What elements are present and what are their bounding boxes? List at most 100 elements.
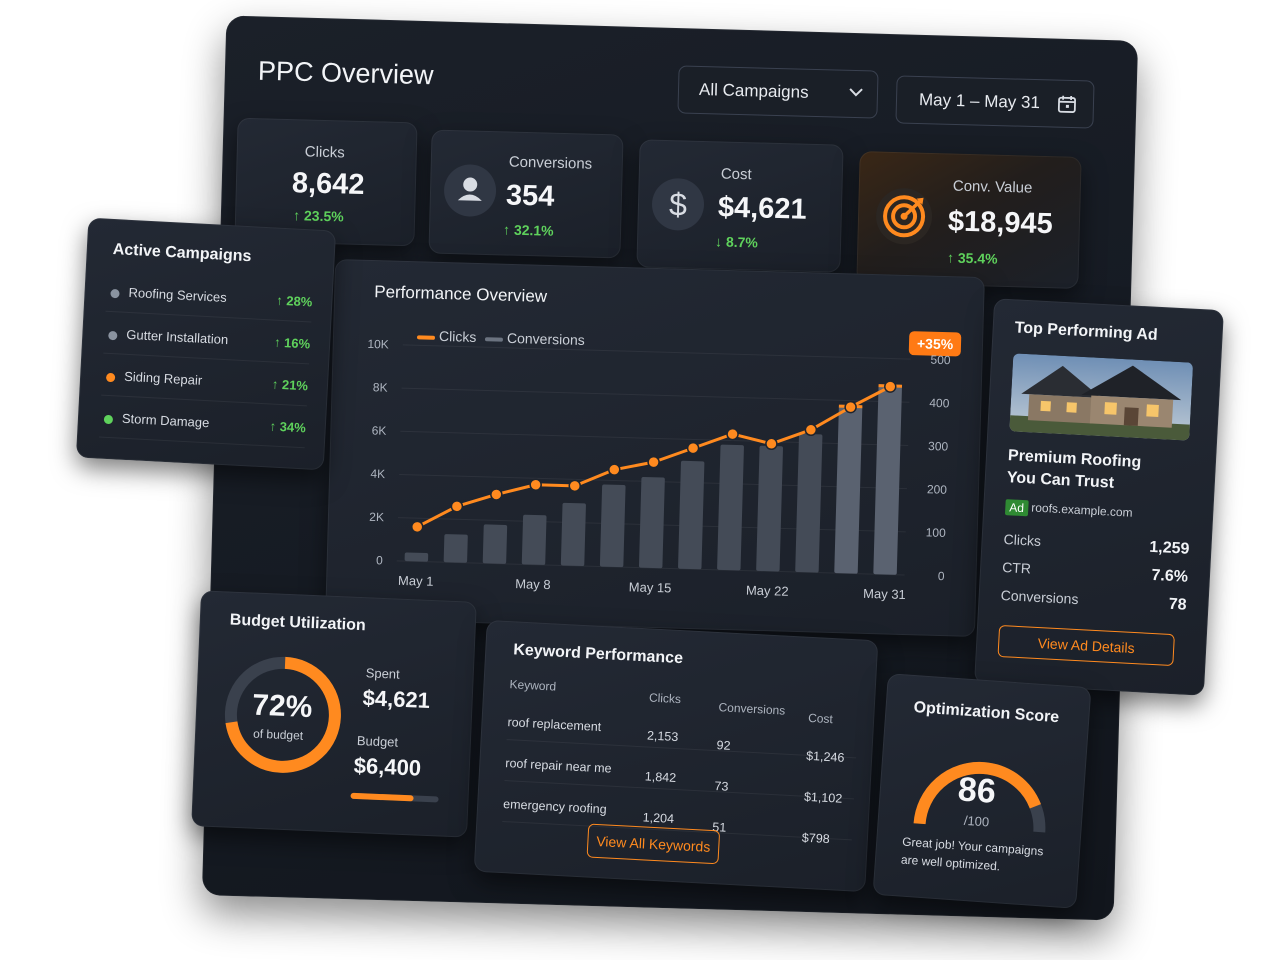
y-left-tick-label: 8K (373, 380, 388, 394)
date-range-picker[interactable]: May 1 – May 31 (895, 75, 1095, 129)
keyword-column-header: Keyword (509, 677, 557, 694)
gridline (402, 344, 911, 360)
budget-caption: of budget (252, 726, 304, 743)
top-ad-card: Top Performing Ad Premium Roofing You Ca… (974, 298, 1224, 696)
kpi-card-conv-value[interactable]: Conv. Value $18,945 ↑ 35.4% (856, 151, 1082, 289)
ad-headline-1: Premium Roofing (1007, 447, 1142, 472)
kpi-delta: ↑ 35.4% (946, 249, 998, 267)
kpi-delta: ↓ 8.7% (714, 233, 759, 251)
gridline (400, 430, 909, 446)
date-range-label: May 1 – May 31 (918, 90, 1041, 113)
campaign-row[interactable]: Gutter Installation ↑ 16% (103, 324, 311, 365)
ad-url: roofs.example.com (1030, 500, 1133, 520)
keyword-column-header: Clicks (648, 690, 682, 707)
page-title: PPC Overview (257, 55, 434, 91)
keyword-cell: $798 (801, 830, 831, 847)
conversions-bar (756, 445, 783, 572)
keyword-cell: 2,153 (646, 728, 679, 745)
dollar-icon: $ (651, 177, 705, 232)
conversions-bar (482, 524, 508, 564)
clicks-point (647, 455, 660, 469)
keyword-cell: 92 (716, 738, 731, 753)
clicks-point (726, 427, 739, 441)
campaign-row[interactable]: Siding Repair ↑ 21% (101, 366, 309, 407)
budget-progress-fill (350, 792, 415, 802)
x-tick-label: May 1 (398, 573, 434, 589)
conversions-bar (404, 552, 429, 562)
conversions-bar (560, 502, 586, 567)
campaign-status-dot (110, 288, 120, 299)
conversions-bar (678, 460, 705, 570)
view-all-keywords-button[interactable]: View All Keywords (586, 823, 721, 865)
view-all-keywords-label: View All Keywords (595, 832, 711, 855)
active-campaigns-card: Active Campaigns Roofing Services ↑ 28% Gu… (75, 217, 337, 471)
user-icon (443, 163, 497, 218)
campaign-name: Roofing Services (128, 284, 228, 306)
conversions-bar (638, 476, 665, 569)
kpi-delta: ↑ 32.1% (502, 221, 554, 239)
x-tick-label: May 31 (863, 586, 906, 602)
clicks-point (686, 441, 700, 455)
y-right-tick-label: 0 (938, 569, 945, 583)
kpi-value: 8,642 (291, 167, 365, 202)
kpi-card-conversions[interactable]: Conversions 354 ↑ 32.1% (428, 129, 624, 259)
kpi-delta: ↑ 23.5% (292, 207, 344, 225)
y-left-tick-label: 0 (376, 553, 383, 567)
clicks-point (884, 380, 897, 393)
clicks-point (765, 437, 778, 451)
campaign-row[interactable]: Roofing Services ↑ 28% (105, 282, 313, 323)
campaign-status-dot (105, 372, 116, 383)
x-tick-label: May 8 (515, 576, 551, 592)
conversions-bar (717, 444, 744, 571)
y-right-tick-label: 200 (927, 482, 948, 497)
campaign-status-dot (108, 330, 118, 341)
kpi-label: Clicks (304, 143, 345, 162)
kpi-label: Conversions (508, 153, 593, 173)
campaign-status-dot (103, 414, 114, 425)
ad-headline-2: You Can Trust (1006, 469, 1115, 492)
svg-text:$: $ (669, 186, 688, 222)
campaign-filter-label: All Campaigns (698, 79, 809, 102)
view-ad-details-label: View Ad Details (1037, 635, 1136, 657)
conversions-bar (599, 484, 626, 568)
house-image (1009, 353, 1194, 441)
kpi-card-cost[interactable]: $ Cost $4,621 ↓ 8.7% (636, 139, 844, 273)
conversions-bar (443, 534, 468, 563)
y-left-tick-label: 4K (370, 467, 385, 481)
ad-stat-value: 78 (1168, 595, 1187, 614)
clicks-point (410, 520, 424, 534)
calendar-icon (1057, 95, 1076, 113)
kpi-label: Cost (720, 165, 752, 184)
ad-badge: Ad (1004, 499, 1029, 517)
campaign-change: ↑ 21% (271, 376, 309, 394)
conversions-bar (521, 514, 547, 565)
clicks-point (568, 479, 582, 493)
x-tick-label: May 22 (746, 583, 789, 599)
campaign-row[interactable]: Storm Damage ↑ 34% (98, 408, 307, 449)
x-tick-label: May 15 (629, 579, 672, 595)
view-ad-details-button[interactable]: View Ad Details (997, 624, 1175, 667)
campaign-filter-dropdown[interactable]: All Campaigns (677, 65, 879, 119)
keyword-name: roof replacement (507, 715, 602, 735)
optimization-score-card: Optimization Score 86 /100 Great job! Yo… (872, 673, 1092, 909)
budget-label: Budget (356, 732, 399, 750)
ad-stat-label: Conversions (1000, 587, 1079, 608)
gridline (401, 387, 910, 403)
y-right-tick-label: 100 (926, 525, 947, 540)
y-right-tick-label: 400 (929, 396, 950, 411)
active-campaigns-title: Active Campaigns (112, 241, 252, 266)
keyword-name: emergency roofing (502, 797, 608, 817)
kpi-value: $4,621 (717, 191, 808, 226)
performance-overview-card: Performance Overview Clicks Conversions … (325, 258, 985, 638)
keyword-cell: 73 (714, 779, 729, 794)
keyword-performance-card: Keyword Performance Keyword Clicks Convers… (473, 619, 879, 893)
clicks-point (450, 500, 464, 513)
budget-title: Budget Utilization (229, 611, 367, 635)
campaign-name: Siding Repair (123, 368, 203, 388)
budget-utilization-card: Budget Utilization 72% of budget Spent $… (191, 590, 477, 838)
ad-stat-label: Clicks (1003, 531, 1042, 550)
ad-stat-value: 1,259 (1148, 538, 1190, 558)
conversions-bar (795, 433, 823, 573)
y-left-tick-label: 6K (371, 423, 386, 437)
clicks-point (490, 488, 503, 501)
